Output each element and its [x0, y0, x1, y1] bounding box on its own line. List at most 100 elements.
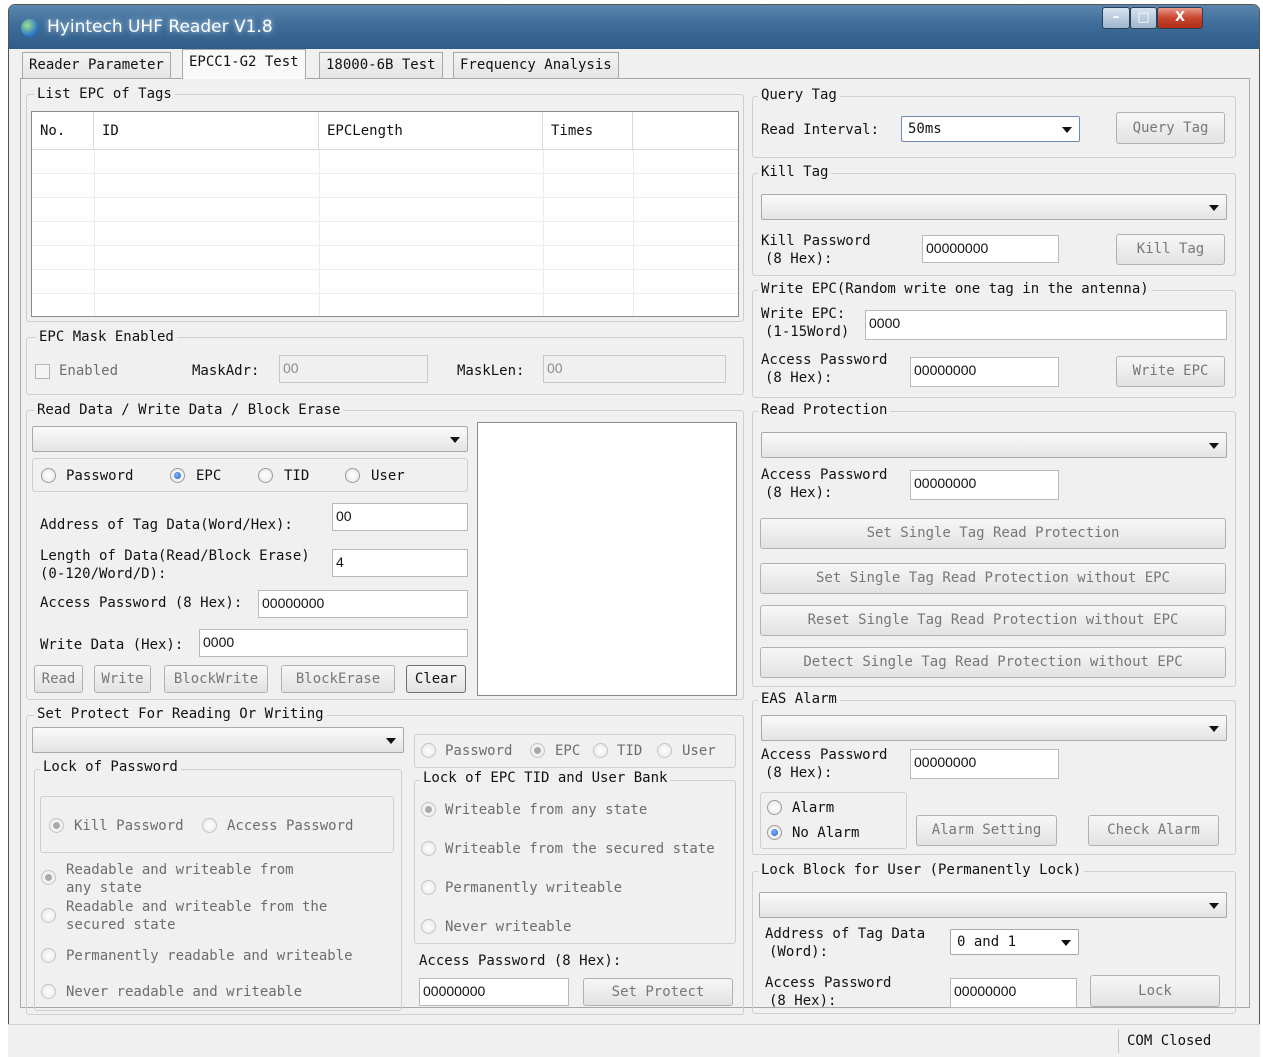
- lock-password-label-2: (8 Hex):: [769, 993, 837, 1009]
- writeable-any-state-label: Writeable from any state: [445, 802, 648, 818]
- blockwrite-button[interactable]: BlockWrite: [164, 665, 268, 693]
- protect-radio-tid-label: TID: [617, 743, 643, 759]
- read-protection-select[interactable]: [761, 432, 1227, 458]
- chevron-down-icon: [386, 738, 396, 744]
- lock-button[interactable]: Lock: [1090, 975, 1220, 1007]
- radio-never-readable[interactable]: [41, 984, 56, 999]
- radio-permanently-readable[interactable]: [41, 948, 56, 963]
- rw-writedata-input[interactable]: 0000: [199, 629, 468, 657]
- rw-radio-user-label: User: [371, 468, 405, 484]
- protect-radio-password[interactable]: [421, 743, 436, 758]
- radio-permanently-writeable[interactable]: [421, 880, 436, 895]
- chevron-down-icon: [1062, 127, 1072, 133]
- maskadr-input[interactable]: 00: [279, 355, 428, 383]
- radio-access-password[interactable]: [202, 818, 217, 833]
- col-empty[interactable]: [633, 112, 738, 150]
- set-read-protection-button[interactable]: Set Single Tag Read Protection: [760, 518, 1226, 549]
- writeable-secured-state-label: Writeable from the secured state: [445, 841, 715, 857]
- write-epc-password-label-1: Access Password: [761, 352, 888, 368]
- mask-enabled-checkbox[interactable]: [35, 364, 50, 379]
- protect-password-input[interactable]: 00000000: [419, 978, 569, 1006]
- chevron-down-icon: [1209, 443, 1219, 449]
- title-bar[interactable]: Hyintech UHF Reader V1.8 – □ X: [9, 5, 1259, 49]
- rw-address-label: Address of Tag Data(Word/Hex):: [40, 517, 293, 533]
- radio-readable-secured-state[interactable]: [41, 908, 56, 923]
- lock-password-label-1: Access Password: [765, 975, 892, 991]
- eas-password-label-2: (8 Hex):: [765, 765, 833, 781]
- write-button[interactable]: Write: [94, 665, 151, 693]
- query-tag-button[interactable]: Query Tag: [1116, 112, 1225, 144]
- radio-never-writeable[interactable]: [421, 919, 436, 934]
- read-button[interactable]: Read: [34, 665, 83, 693]
- rw-radio-user[interactable]: [345, 468, 360, 483]
- protect-radio-tid[interactable]: [593, 743, 608, 758]
- write-epc-button[interactable]: Write EPC: [1116, 356, 1225, 387]
- protect-radio-user[interactable]: [657, 743, 672, 758]
- reset-read-protection-button[interactable]: Reset Single Tag Read Protection without…: [760, 605, 1226, 636]
- epc-table[interactable]: No. ID EPCLength Times: [31, 111, 739, 317]
- tab-frequency-analysis[interactable]: Frequency Analysis: [453, 52, 619, 78]
- read-interval-label: Read Interval:: [761, 122, 880, 138]
- radio-writeable-secured-state[interactable]: [421, 841, 436, 856]
- blockerase-button[interactable]: BlockErase: [281, 665, 395, 693]
- tab-reader-parameter[interactable]: Reader Parameter: [22, 52, 171, 78]
- col-times[interactable]: Times: [543, 112, 633, 150]
- kill-password-label-1: Kill Password: [761, 233, 871, 249]
- protect-tag-select[interactable]: [32, 727, 404, 753]
- read-protection-password-label-1: Access Password: [761, 467, 888, 483]
- write-epc-password-input[interactable]: 00000000: [910, 357, 1059, 387]
- radio-writeable-any-state[interactable]: [421, 802, 436, 817]
- rw-address-input[interactable]: 00: [332, 503, 468, 531]
- kill-tag-button[interactable]: Kill Tag: [1116, 234, 1225, 265]
- write-epc-legend: Write EPC(Random write one tag in the an…: [758, 281, 1152, 297]
- masklen-input[interactable]: 00: [543, 355, 726, 383]
- lock-block-legend: Lock Block for User (Permanently Lock): [758, 862, 1085, 878]
- alarm-setting-button[interactable]: Alarm Setting: [916, 815, 1057, 846]
- lock-epc-legend: Lock of EPC TID and User Bank: [420, 770, 671, 786]
- grid-line: [319, 150, 320, 316]
- minimize-button[interactable]: –: [1102, 7, 1130, 29]
- tab-epcc1-g2-test[interactable]: EPCC1-G2 Test: [182, 49, 306, 79]
- set-protect-button[interactable]: Set Protect: [583, 978, 733, 1006]
- rw-radio-tid[interactable]: [258, 468, 273, 483]
- masklen-label: MaskLen:: [457, 363, 525, 379]
- read-interval-select[interactable]: 50ms: [901, 116, 1080, 142]
- col-id[interactable]: ID: [94, 112, 319, 150]
- rw-radio-password[interactable]: [41, 468, 56, 483]
- lock-password-legend: Lock of Password: [40, 759, 181, 775]
- clear-button[interactable]: Clear: [406, 665, 466, 693]
- never-writeable-label: Never writeable: [445, 919, 572, 935]
- kill-tag-select[interactable]: [761, 194, 1227, 220]
- read-protection-password-input[interactable]: 00000000: [910, 470, 1059, 500]
- rw-radio-epc[interactable]: [170, 468, 185, 483]
- lock-address-select[interactable]: 0 and 1: [950, 929, 1079, 955]
- lock-block-select[interactable]: [759, 892, 1227, 918]
- app-globe-icon: [21, 19, 39, 37]
- set-read-protection-without-epc-button[interactable]: Set Single Tag Read Protection without E…: [760, 563, 1226, 594]
- rw-password-input[interactable]: 00000000: [258, 590, 468, 618]
- radio-kill-password[interactable]: [49, 818, 64, 833]
- rw-output-textarea[interactable]: [477, 422, 737, 696]
- write-epc-input[interactable]: 0000: [865, 310, 1227, 340]
- close-button[interactable]: X: [1157, 7, 1203, 29]
- chevron-down-icon: [1209, 903, 1219, 909]
- detect-read-protection-button[interactable]: Detect Single Tag Read Protection withou…: [760, 647, 1226, 678]
- eas-password-input[interactable]: 00000000: [910, 749, 1059, 779]
- protect-radio-epc[interactable]: [530, 743, 545, 758]
- radio-alarm[interactable]: [767, 800, 782, 815]
- maximize-button[interactable]: □: [1130, 7, 1157, 29]
- check-alarm-button[interactable]: Check Alarm: [1088, 815, 1219, 846]
- kill-password-input[interactable]: 00000000: [922, 235, 1059, 263]
- rw-tag-select[interactable]: [32, 426, 468, 452]
- radio-readable-any-state[interactable]: [41, 870, 56, 885]
- eas-select[interactable]: [761, 715, 1227, 741]
- radio-no-alarm[interactable]: [767, 825, 782, 840]
- com-status: COM Closed: [1127, 1033, 1212, 1049]
- rw-password-label: Access Password (8 Hex):: [40, 595, 243, 611]
- rw-length-input[interactable]: 4: [332, 549, 468, 577]
- readable-secured-label-1: Readable and writeable from the: [66, 899, 328, 915]
- tab-18000-6b-test[interactable]: 18000-6B Test: [319, 52, 443, 78]
- col-no[interactable]: No.: [32, 112, 94, 150]
- lock-password-input[interactable]: 00000000: [950, 978, 1077, 1008]
- col-epclength[interactable]: EPCLength: [319, 112, 543, 150]
